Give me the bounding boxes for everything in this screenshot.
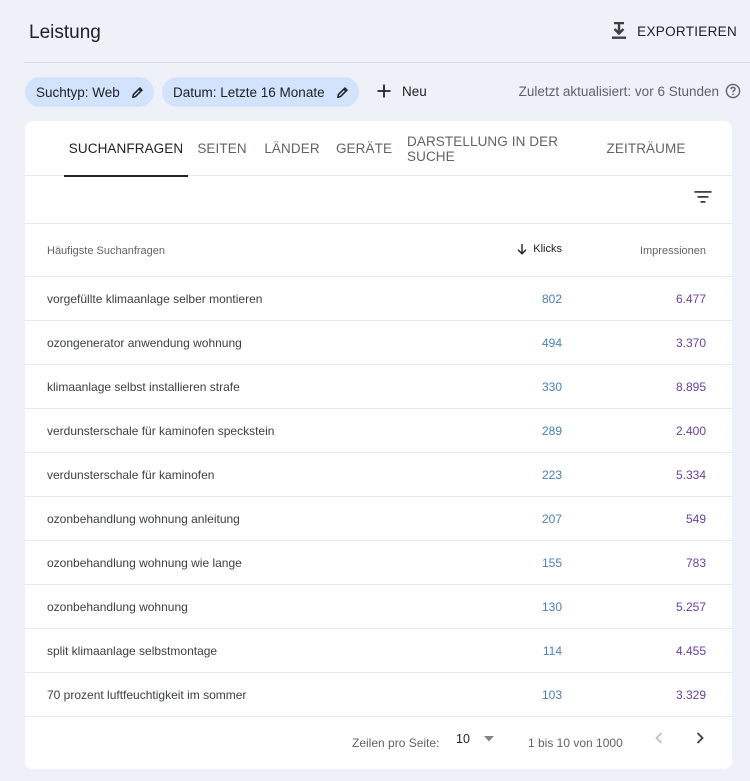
row-impressions: 3.329 xyxy=(675,688,706,702)
column-header-queries[interactable]: Häufigste Suchanfragen xyxy=(47,245,165,257)
column-header-clicks-label: Klicks xyxy=(533,243,562,255)
table-row[interactable]: split klimaanlage selbstmontage 114 4.45… xyxy=(25,629,732,673)
rows-per-page-label: Zeilen pro Seite: xyxy=(352,736,440,750)
tab-devices[interactable]: GERÄTE xyxy=(335,121,393,176)
table-row[interactable]: verdunsterschale für kaminofen speckstei… xyxy=(25,409,732,453)
date-chip[interactable]: Datum: Letzte 16 Monate xyxy=(162,77,359,107)
column-header-impressions[interactable]: Impressionen xyxy=(640,245,706,257)
row-impressions: 8.895 xyxy=(675,380,706,394)
arrow-down-icon xyxy=(517,244,527,255)
row-impressions: 3.370 xyxy=(675,336,706,350)
row-query: 70 prozent luftfeuchtigkeit im sommer xyxy=(47,688,247,702)
tab-pages[interactable]: SEITEN xyxy=(195,121,249,176)
new-filter-button[interactable]: Neu xyxy=(376,83,427,99)
filter-icon[interactable] xyxy=(694,190,712,204)
filter-bar: Suchtyp: Web Datum: Letzte 16 Monate Neu… xyxy=(0,76,750,108)
page-range: 1 bis 10 von 1000 xyxy=(528,736,623,750)
pencil-icon xyxy=(336,86,348,98)
plus-icon xyxy=(377,84,391,98)
row-clicks: 330 xyxy=(541,380,562,394)
tab-dates[interactable]: ZEITRÄUME xyxy=(605,121,687,176)
row-query: split klimaanlage selbstmontage xyxy=(47,644,218,658)
last-updated-text: Zuletzt aktualisiert: vor 6 Stunden xyxy=(518,83,719,99)
table-toolbar xyxy=(25,176,732,224)
rows-per-page-value: 10 xyxy=(456,732,470,746)
row-query: verdunsterschale für kaminofen xyxy=(47,468,215,482)
row-impressions: 783 xyxy=(685,556,706,570)
search-type-label: Suchtyp: Web xyxy=(36,84,120,100)
row-clicks: 155 xyxy=(541,556,562,570)
row-clicks: 223 xyxy=(541,468,562,482)
date-label: Datum: Letzte 16 Monate xyxy=(173,84,325,100)
row-impressions: 2.400 xyxy=(675,424,706,438)
tab-bar: SUCHANFRAGEN SEITEN LÄNDER GERÄTE DARSTE… xyxy=(25,121,732,177)
table-row[interactable]: vorgefüllte klimaanlage selber montieren… xyxy=(25,277,732,321)
performance-card: SUCHANFRAGEN SEITEN LÄNDER GERÄTE DARSTE… xyxy=(25,121,732,769)
row-query: ozonbehandlung wohnung anleitung xyxy=(47,512,240,526)
row-clicks: 802 xyxy=(541,292,562,306)
table-row[interactable]: ozongenerator anwendung wohnung 494 3.37… xyxy=(25,321,732,365)
row-clicks: 289 xyxy=(541,424,562,438)
page-header: Leistung EXPORTIEREN xyxy=(0,0,750,62)
row-impressions: 5.334 xyxy=(675,468,706,482)
row-clicks: 114 xyxy=(542,644,562,658)
last-updated: Zuletzt aktualisiert: vor 6 Stunden xyxy=(519,83,741,99)
new-filter-label: Neu xyxy=(402,83,427,99)
row-query: klimaanlage selbst installieren strafe xyxy=(47,380,240,394)
row-clicks: 130 xyxy=(541,600,562,614)
table-row[interactable]: 70 prozent luftfeuchtigkeit im sommer 10… xyxy=(25,673,732,717)
row-impressions: 5.257 xyxy=(675,600,706,614)
header-divider xyxy=(24,62,750,63)
table-row[interactable]: klimaanlage selbst installieren strafe 3… xyxy=(25,365,732,409)
table-row[interactable]: ozonbehandlung wohnung wie lange 155 783 xyxy=(25,541,732,585)
chevron-right-icon[interactable] xyxy=(693,731,707,745)
row-clicks: 494 xyxy=(541,336,562,350)
row-query: verdunsterschale für kaminofen speckstei… xyxy=(47,424,275,438)
row-impressions: 4.455 xyxy=(675,644,706,658)
row-impressions: 549 xyxy=(685,512,706,526)
rows-per-page-select[interactable]: 10 xyxy=(456,732,494,746)
table-row[interactable]: verdunsterschale für kaminofen 223 5.334 xyxy=(25,453,732,497)
row-query: vorgefüllte klimaanlage selber montieren xyxy=(47,292,263,306)
tab-search-appearance[interactable]: DARSTELLUNG IN DER SUCHE xyxy=(407,121,591,176)
tab-queries[interactable]: SUCHANFRAGEN xyxy=(64,121,188,177)
row-query: ozonbehandlung wohnung xyxy=(47,600,188,614)
export-label: EXPORTIEREN xyxy=(637,23,737,39)
page-title: Leistung xyxy=(29,22,101,43)
pencil-icon xyxy=(131,86,143,98)
row-impressions: 6.477 xyxy=(675,292,706,306)
caret-down-icon xyxy=(483,736,494,742)
table-row[interactable]: ozonbehandlung wohnung anleitung 207 549 xyxy=(25,497,732,541)
export-button[interactable]: EXPORTIEREN xyxy=(611,22,737,40)
help-icon[interactable] xyxy=(725,83,741,99)
row-clicks: 103 xyxy=(541,688,562,702)
row-query: ozonbehandlung wohnung wie lange xyxy=(47,556,242,570)
chevron-left-icon[interactable] xyxy=(652,731,666,745)
row-clicks: 207 xyxy=(541,512,562,526)
pagination: Zeilen pro Seite: 10 1 bis 10 von 1000 xyxy=(25,717,732,769)
column-header-clicks[interactable]: Klicks xyxy=(517,243,562,255)
table-header: Häufigste Suchanfragen Klicks Impression… xyxy=(25,224,732,277)
table-row[interactable]: ozonbehandlung wohnung 130 5.257 xyxy=(25,585,732,629)
tab-countries[interactable]: LÄNDER xyxy=(261,121,323,176)
table-body: vorgefüllte klimaanlage selber montieren… xyxy=(25,277,732,717)
download-icon xyxy=(612,22,627,39)
row-query: ozongenerator anwendung wohnung xyxy=(47,336,242,350)
search-type-chip[interactable]: Suchtyp: Web xyxy=(25,77,154,107)
